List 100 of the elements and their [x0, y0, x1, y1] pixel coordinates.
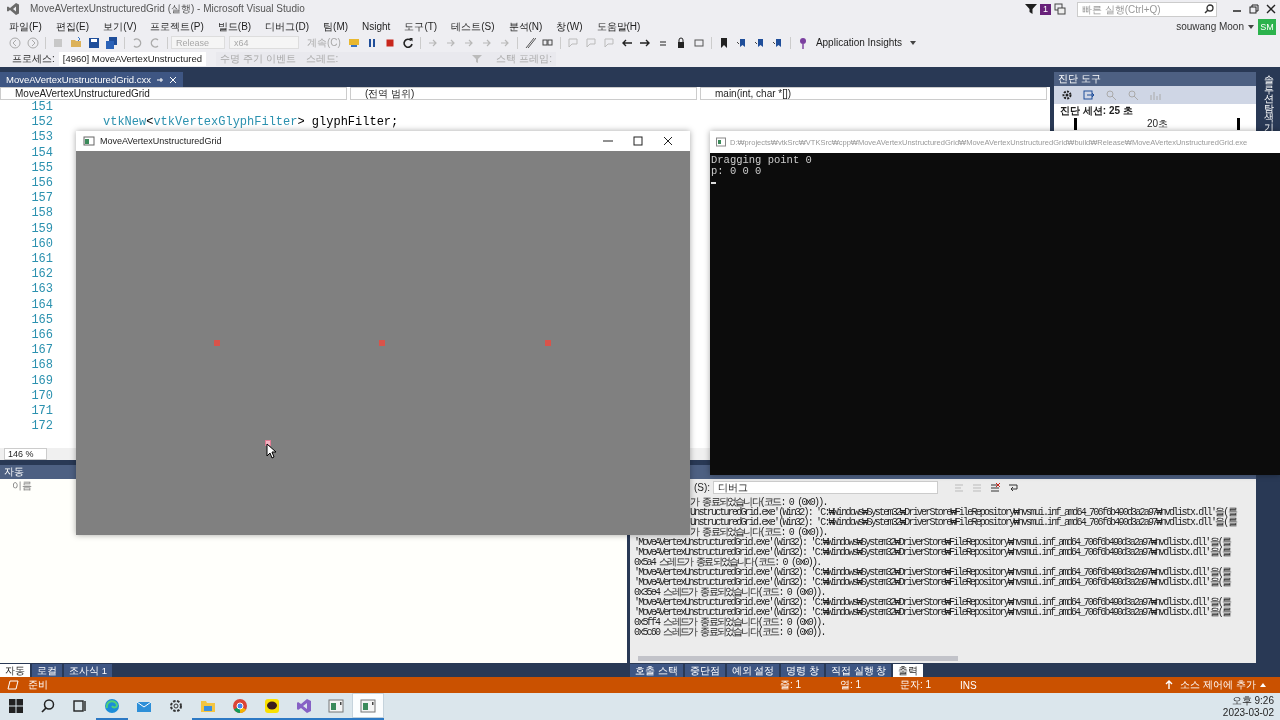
caret-icon[interactable]	[1260, 683, 1266, 687]
menu-item[interactable]: Nsight	[355, 21, 398, 32]
status-icon	[7, 679, 19, 691]
line-number: 169	[30, 373, 53, 389]
save-icon[interactable]	[88, 36, 100, 49]
account-name[interactable]: souwang Moon	[1176, 21, 1244, 32]
close-icon[interactable]	[169, 75, 177, 84]
menu-item[interactable]: 분석(N)	[501, 19, 550, 34]
output-line: UnstructuredGrid.exe'(Win32): 'C:₩Windows₩System32₩DriverStore₩FileRepository₩nvsmui.inf_amd64_706f6b490d3a2a97₩nvdlistx.dll'을(를	[690, 507, 1236, 518]
format-icon[interactable]	[523, 36, 536, 49]
arrow-up-icon[interactable]	[1164, 680, 1175, 690]
search-icon	[40, 697, 56, 714]
output-line: 'MoveAVertexUnstructuredGrid.exe'(Win32): 'C:₩Windows₩System32₩DriverStore₩FileRepository₩nvsmui.inf_amd64_706f6b490d3a2a97₩nvdlistx.dll'을(를	[634, 577, 1231, 588]
line-number: 155	[30, 160, 53, 176]
menu-item[interactable]: 팀(M)	[316, 19, 356, 34]
panel-tab[interactable]: 직접 실행 창	[825, 663, 892, 677]
menu-item[interactable]: 빌드(B)	[210, 19, 259, 34]
clock-time[interactable]: 오후 9:26	[1231, 694, 1274, 707]
export-icon[interactable]	[1083, 89, 1095, 101]
process-dropdown[interactable]: [4960] MoveAVertexUnstructured	[58, 51, 206, 66]
clock-date[interactable]: 2023-03-02	[1222, 706, 1274, 719]
navigation-dropdown[interactable]: main(int, char *[])	[700, 87, 1047, 100]
menu-item[interactable]: 도구(T)	[397, 19, 445, 34]
restart-icon[interactable]	[401, 36, 414, 49]
panel-tab[interactable]: 자동	[0, 663, 30, 677]
menu-item[interactable]: 프로젝트(P)	[143, 19, 211, 34]
solution-explorer-tab[interactable]: 솔루션 탐색기	[1264, 75, 1274, 132]
word-wrap-icon[interactable]	[1007, 481, 1020, 494]
visual-studio-logo-icon	[6, 2, 20, 16]
quick-launch-field[interactable]: 빠른 실행(Ctrl+Q)	[1077, 1, 1217, 17]
app-icon	[83, 135, 95, 147]
settings-icon[interactable]	[1061, 89, 1073, 101]
maximize-icon[interactable]	[630, 133, 646, 149]
menu-item[interactable]: 파일(F)	[2, 19, 49, 34]
restore-icon[interactable]	[1246, 1, 1262, 17]
search-icon	[1204, 4, 1214, 14]
layout-icon[interactable]	[541, 36, 554, 49]
bookmark-nav-icon[interactable]	[771, 36, 784, 49]
navigation-dropdown[interactable]: (전역 범위)	[350, 87, 697, 100]
caret-icon[interactable]	[910, 40, 917, 45]
output-line: 'MoveAVertexUnstructuredGrid.exe'(Win32): 'C:₩Windows₩System32₩DriverStore₩FileRepository₩nvsmui.inf_amd64_706f6b490d3a2a97₩nvdlistx.dll'을(를	[634, 607, 1231, 618]
panel-title: 자동	[4, 465, 24, 479]
bookmark-nav-icon[interactable]	[753, 36, 766, 49]
application-window-icon	[328, 697, 344, 714]
clear-icon[interactable]	[989, 481, 1002, 494]
status-message: 준비	[27, 678, 49, 692]
panel-tab[interactable]: 명령 창	[781, 663, 824, 677]
line-number: 170	[30, 388, 53, 405]
scrollbar-thumb[interactable]	[638, 655, 958, 661]
output-line: 'MoveAVertexUnstructuredGrid.exe'(Win32): 'C:₩Windows₩System32₩DriverStore₩FileRepository₩nvsmui.inf_amd64_706f6b490d3a2a97₩nvdlistx.dll'을(를	[634, 547, 1231, 558]
output-source-dropdown[interactable]: 디버그	[713, 481, 939, 494]
line-number: 160	[30, 236, 53, 253]
console-icon	[716, 137, 726, 147]
document-tab[interactable]: MoveAVertexUnstructuredGrid.cxx	[0, 72, 183, 87]
panel-title: 진단 도구	[1058, 72, 1101, 86]
line-number: 164	[30, 297, 53, 313]
line-number: 156	[30, 176, 53, 192]
line-number: 154	[30, 145, 53, 161]
panel-tab[interactable]: 예외 설정	[726, 663, 780, 677]
panel-tab[interactable]: 출력	[893, 663, 924, 677]
output-line: 가 종료되었습니다(코드: 0 (0x0)).	[690, 527, 827, 538]
feedback-icon[interactable]	[1054, 3, 1066, 15]
save-all-icon[interactable]	[106, 36, 118, 49]
output-source-label: (S):	[694, 482, 711, 493]
process-label: 프로세스:	[12, 51, 55, 66]
line-number: 166	[30, 328, 53, 344]
task-view-icon	[72, 697, 88, 714]
open-folder-icon[interactable]	[70, 36, 82, 49]
line-number: 161	[30, 252, 53, 268]
output-line: 0x5c60 스레드가 종료되었습니다(코드: 0 (0x0)).	[634, 627, 825, 638]
menu-item[interactable]: 테스트(S)	[444, 19, 502, 34]
console-line: p: 0 0 0	[711, 166, 763, 177]
panel-tab[interactable]: 호출 스택	[630, 663, 683, 677]
menu-item[interactable]: 도움말(H)	[589, 19, 648, 34]
line-indicator: 줄: 1	[780, 678, 803, 692]
filter-icon[interactable]	[1025, 3, 1037, 15]
menu-item[interactable]: 보기(V)	[96, 19, 144, 34]
column-header[interactable]: 이름	[12, 480, 32, 491]
output-line: 가 종료되었습니다(코드: 0 (0x0)).	[690, 497, 827, 508]
window-icon[interactable]	[692, 36, 705, 49]
application-insights-button[interactable]: Application Insights	[811, 37, 907, 48]
menu-item[interactable]: 편집(E)	[48, 19, 97, 34]
line-number: 153	[30, 130, 53, 146]
notification-badge[interactable]: 1	[1040, 3, 1051, 15]
thread-icon[interactable]	[347, 36, 360, 49]
caret-icon[interactable]	[1248, 24, 1254, 29]
source-control-button[interactable]: 소스 제어에 추가	[1180, 678, 1256, 692]
navigation-dropdown[interactable]: MoveAVertexUnstructuredGrid	[0, 87, 347, 100]
zoom-dropdown[interactable]: 146 %	[4, 448, 47, 460]
browser-icon	[104, 697, 120, 714]
panel-tab[interactable]: 로컬	[32, 663, 62, 677]
code-line: vtkNew<vtkVertexGlyphFilter> glyphFilter;	[103, 115, 399, 130]
output-line: 'MoveAVertexUnstructuredGrid.exe'(Win32): 'C:₩Windows₩System32₩DriverStore₩FileRepository₩nvsmui.inf_amd64_706f6b490d3a2a97₩nvdlistx.dll'을(를	[634, 597, 1231, 608]
menu-item[interactable]: 창(W)	[549, 19, 590, 34]
line-number: 152	[30, 115, 53, 131]
panel-tab[interactable]: 중단점	[684, 663, 725, 677]
panel-tab[interactable]: 조사식 1	[64, 663, 112, 677]
menu-item[interactable]: 디버그(D)	[258, 19, 317, 34]
bookmark-nav-icon[interactable]	[735, 36, 748, 49]
line-number: 151	[30, 100, 53, 116]
